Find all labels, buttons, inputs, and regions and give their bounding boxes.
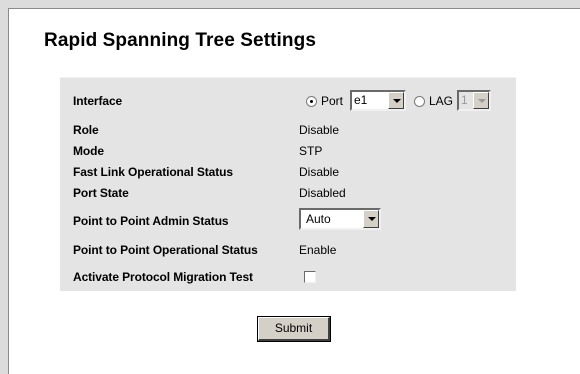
migration-test-label: Activate Protocol Migration Test bbox=[73, 270, 253, 284]
port-state-label: Port State bbox=[73, 186, 129, 200]
interface-label: Interface bbox=[73, 94, 123, 108]
role-value: Disable bbox=[299, 123, 340, 137]
lag-radio-label[interactable]: LAG bbox=[429, 91, 453, 111]
role-row: Role Disable bbox=[60, 120, 516, 140]
mode-label: Mode bbox=[73, 144, 104, 158]
fast-link-label: Fast Link Operational Status bbox=[73, 165, 233, 179]
fast-link-row: Fast Link Operational Status Disable bbox=[60, 162, 516, 182]
port-select-value: e1 bbox=[354, 93, 368, 107]
p2p-oper-label: Point to Point Operational Status bbox=[73, 243, 258, 257]
lag-radio[interactable] bbox=[414, 96, 425, 107]
port-radio[interactable] bbox=[306, 96, 317, 107]
role-label: Role bbox=[73, 123, 99, 137]
mode-value: STP bbox=[299, 144, 323, 158]
interface-row: Interface Port e1 LAG 1 bbox=[60, 90, 516, 111]
migration-test-checkbox[interactable] bbox=[304, 271, 316, 283]
migration-test-row: Activate Protocol Migration Test bbox=[60, 267, 516, 287]
lag-select[interactable]: 1 bbox=[457, 90, 491, 111]
fast-link-value: Disable bbox=[299, 165, 340, 179]
p2p-admin-select-value: Auto bbox=[306, 212, 331, 226]
page-title: Rapid Spanning Tree Settings bbox=[44, 30, 317, 51]
port-state-row: Port State Disabled bbox=[60, 183, 516, 203]
mode-row: Mode STP bbox=[60, 141, 516, 161]
port-state-value: Disabled bbox=[299, 186, 346, 200]
port-select[interactable]: e1 bbox=[350, 90, 406, 111]
p2p-oper-value: Enable bbox=[299, 243, 337, 257]
p2p-oper-row: Point to Point Operational Status Enable bbox=[60, 240, 516, 260]
settings-table: Interface Port e1 LAG 1 Role Disable Mod… bbox=[60, 77, 516, 291]
chevron-down-icon[interactable] bbox=[363, 210, 379, 228]
p2p-admin-label: Point to Point Admin Status bbox=[73, 214, 229, 228]
submit-button[interactable]: Submit bbox=[257, 316, 331, 342]
chevron-down-icon[interactable] bbox=[388, 92, 404, 109]
p2p-admin-row: Point to Point Admin Status Auto bbox=[60, 208, 516, 231]
p2p-admin-select[interactable]: Auto bbox=[299, 208, 381, 230]
lag-select-value: 1 bbox=[461, 93, 468, 107]
chevron-down-icon[interactable] bbox=[473, 92, 489, 109]
port-radio-label[interactable]: Port bbox=[321, 91, 343, 111]
